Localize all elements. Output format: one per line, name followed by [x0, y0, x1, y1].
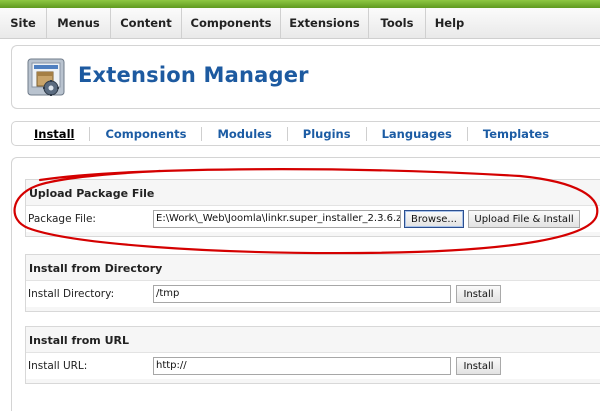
directory-row: Install Directory: /tmp Install	[26, 280, 600, 307]
extension-manager-icon	[25, 56, 67, 98]
menu-menus[interactable]: Menus	[46, 8, 110, 38]
install-url-section: Install from URL Install URL: http:// In…	[25, 326, 600, 384]
install-url-button[interactable]: Install	[456, 357, 501, 375]
top-accent-stripe	[0, 0, 600, 8]
page-header: Extension Manager	[11, 45, 600, 109]
tab-templates[interactable]: Templates	[466, 126, 564, 141]
tab-plugins[interactable]: Plugins	[286, 126, 366, 141]
extension-submenu: Install Components Modules Plugins Langu…	[11, 121, 600, 146]
menu-help[interactable]: Help	[425, 8, 473, 38]
menu-tools[interactable]: Tools	[368, 8, 425, 38]
install-directory-section: Install from Directory Install Directory…	[25, 254, 600, 312]
install-url-input[interactable]: http://	[153, 357, 451, 375]
package-file-input[interactable]: E:\Work\_Web\Joomla\linkr.super_installe…	[153, 210, 401, 228]
tab-languages[interactable]: Languages	[365, 126, 467, 141]
upload-row: Package File: E:\Work\_Web\Joomla\linkr.…	[26, 205, 600, 232]
upload-section-title: Upload Package File	[29, 187, 155, 200]
install-url-label: Install URL:	[28, 360, 88, 372]
menu-content[interactable]: Content	[110, 8, 181, 38]
package-file-label: Package File:	[28, 213, 96, 225]
url-row: Install URL: http:// Install	[26, 352, 600, 379]
upload-install-button[interactable]: Upload File & Install	[468, 210, 580, 228]
install-directory-label: Install Directory:	[28, 288, 115, 300]
menu-site[interactable]: Site	[0, 8, 46, 38]
page-title: Extension Manager	[78, 63, 309, 87]
main-menubar: Site Menus Content Components Extensions…	[0, 8, 600, 39]
install-directory-button[interactable]: Install	[456, 285, 501, 303]
url-section-title: Install from URL	[29, 334, 129, 347]
tab-components[interactable]: Components	[89, 126, 201, 141]
upload-package-section: Upload Package File Package File: E:\Wor…	[25, 179, 600, 237]
directory-section-title: Install from Directory	[29, 262, 163, 275]
install-directory-input[interactable]: /tmp	[153, 285, 451, 303]
menu-extensions[interactable]: Extensions	[280, 8, 368, 38]
install-content-panel: Upload Package File Package File: E:\Wor…	[11, 157, 600, 411]
browse-button[interactable]: Browse...	[404, 210, 464, 228]
menu-components[interactable]: Components	[181, 8, 280, 38]
tab-modules[interactable]: Modules	[201, 126, 286, 141]
tab-install[interactable]: Install	[12, 127, 89, 141]
